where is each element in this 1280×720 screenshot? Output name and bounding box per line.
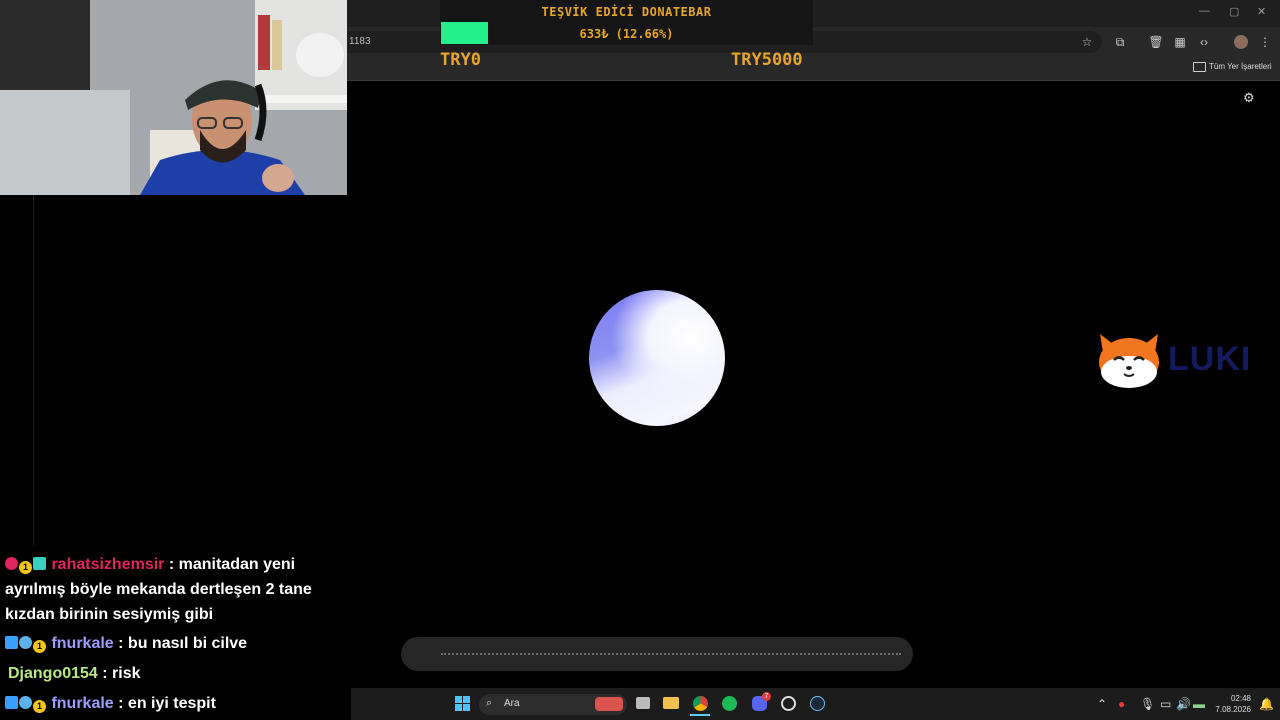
extensions-icon[interactable]: ⧉ [1111,33,1129,51]
discord-notification-badge: 7 [762,692,771,701]
windows-start-icon[interactable] [455,696,470,711]
file-explorer-icon[interactable] [663,697,679,709]
clock-date[interactable]: 7.08.2026 [1211,705,1251,714]
gift-badge-icon [33,557,46,570]
gem-badge-icon [19,696,32,709]
bookmarks-bar [347,57,1280,81]
search-highlight-icon [595,697,623,711]
microphone-icon[interactable]: 🎙 [1140,697,1155,711]
maximize-icon[interactable]: ▢ [1229,5,1239,18]
display-icon[interactable]: ▭ [1160,697,1171,711]
subscriber-badge-icon: 1 [33,640,46,653]
trash-icon[interactable]: 🗑 [1147,33,1165,51]
tray-chevron-icon[interactable]: ⌃ [1097,697,1107,711]
close-icon[interactable]: ✕ [1257,5,1266,18]
chat-username: Django0154 [8,665,98,682]
donatebar-amount: 633₺ (12.66%) [579,27,674,41]
grid-icon[interactable]: ▦ [1171,33,1189,51]
donatebar-min-label: TRY0 [440,50,481,70]
clock-time[interactable]: 02:48 [1216,694,1251,703]
bookmark-star-icon[interactable]: ☆ [1078,33,1096,51]
webcam-feed [0,0,347,195]
volume-icon[interactable]: 🔊 [1176,697,1191,711]
webcam-scene [0,0,347,195]
notifications-icon[interactable]: 🔔 [1259,697,1274,711]
donatebar-title: TEŞVİK EDİCİ DONATEBAR [541,5,712,19]
badge-icon [5,557,18,570]
audio-orb [589,290,725,426]
app-icon[interactable] [781,696,796,711]
chat-text: : risk [102,665,141,682]
chat-text: kızdan birinin sesiymiş gibi [5,606,214,623]
cube-badge-icon [5,696,18,709]
chat-message: 1 rahatsizhemsir : manitadan yeni ayrılm… [5,552,325,627]
chat-divider [33,195,34,545]
code-icon[interactable]: ‹› [1195,33,1213,51]
spotify-icon[interactable] [722,696,737,711]
donatebar-max-label: TRY5000 [731,50,803,70]
search-icon: ⌕ [486,697,493,709]
cube-badge-icon [5,636,18,649]
battery-icon[interactable]: ▬ [1193,697,1205,711]
chat-username: fnurkale [51,635,114,652]
active-app-indicator [690,714,710,716]
steam-icon[interactable] [810,696,825,711]
subscriber-badge-icon: 1 [33,700,46,713]
chat-text: : bu nasıl bi cilve [118,635,248,652]
chat-username: rahatsizhemsir [51,556,165,573]
all-bookmarks-link[interactable]: Tüm Yer İşaretleri [1209,62,1272,71]
tray-app-icon[interactable]: ● [1118,697,1125,711]
menu-icon[interactable]: ⋮ [1256,33,1274,51]
address-bar-url: 1183 [349,36,371,47]
folder-icon [1193,62,1206,72]
chat-username: fnurkale [51,695,114,712]
profile-avatar[interactable] [1234,35,1248,49]
taskbar-search-placeholder: Ara [504,698,520,709]
chat-message: Django0154 : risk [8,661,141,686]
settings-sliders-icon[interactable]: ⚙ [1243,90,1255,106]
chat-message: 1 fnurkale : bu nasıl bi cilve [5,631,247,656]
minimize-icon[interactable]: — [1199,5,1210,17]
fox-logo-icon [1099,334,1159,388]
media-progress-track[interactable] [441,653,901,655]
subscriber-badge-icon: 1 [19,561,32,574]
task-view-icon[interactable] [636,697,650,709]
luki-logo-text: LUKI [1168,340,1252,378]
chat-text: : en iyi tespit [118,695,216,712]
chat-message: 1 fnurkale : en iyi tespit [5,691,216,716]
gem-badge-icon [19,636,32,649]
chat-text: ayrılmış böyle mekanda dertleşen 2 tane [5,581,312,598]
chrome-icon[interactable] [693,696,708,711]
chat-text: : manitadan yeni [168,556,296,573]
